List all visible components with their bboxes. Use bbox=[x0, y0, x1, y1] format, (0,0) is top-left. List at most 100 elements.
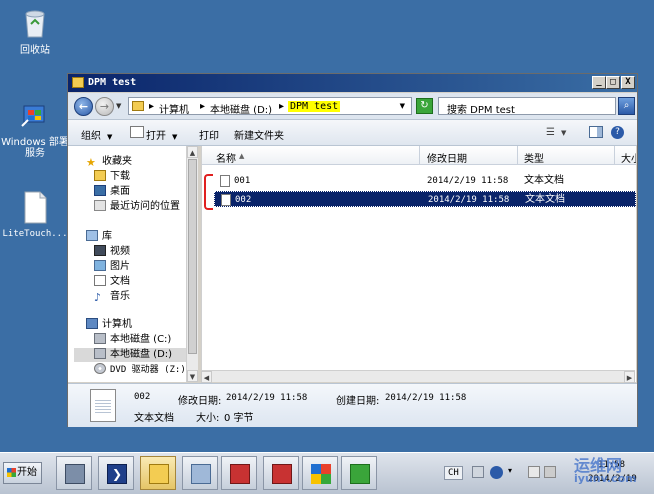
breadcrumb-computer[interactable]: 计算机 bbox=[159, 101, 189, 116]
column-size[interactable]: 大小 bbox=[621, 150, 636, 165]
view-options-icon[interactable]: ☰ ▼ bbox=[546, 127, 566, 138]
address-box[interactable]: ▸ 计算机 ▸ 本地磁盘 (D:) ▸ DPM test ▼ bbox=[128, 97, 412, 116]
desktop-icon-wds[interactable]: Windows 部署服务 bbox=[0, 98, 70, 159]
explorer-window: DPM test _ □ X ← → ▼ ▸ 计算机 ▸ 本地磁盘 (D:) ▸… bbox=[67, 73, 638, 427]
download-folder-icon bbox=[94, 170, 106, 181]
desktop-icon-label: LiteTouch... bbox=[2, 229, 68, 239]
windows-deployment-icon bbox=[311, 464, 331, 484]
start-button[interactable]: 开始 bbox=[3, 462, 42, 484]
help-icon[interactable] bbox=[490, 466, 503, 479]
column-modified[interactable]: 修改日期 bbox=[427, 150, 467, 165]
close-button[interactable]: X bbox=[621, 76, 635, 89]
breadcrumb-separator[interactable]: ▸ bbox=[149, 101, 154, 112]
taskbar-explorer[interactable] bbox=[140, 456, 176, 490]
column-separator bbox=[517, 146, 518, 164]
scroll-down-icon[interactable]: ▼ bbox=[187, 370, 198, 382]
column-name[interactable]: 名称 bbox=[216, 150, 236, 165]
column-type[interactable]: 类型 bbox=[524, 150, 544, 165]
taskbar-toolbox-2[interactable] bbox=[263, 456, 299, 490]
toolbox-icon bbox=[272, 464, 292, 484]
breadcrumb-current-folder[interactable]: DPM test bbox=[288, 101, 341, 112]
folder-icon bbox=[72, 77, 84, 88]
title-bar[interactable]: DPM test _ □ X bbox=[68, 74, 637, 92]
nav-label: 最近访问的位置 bbox=[110, 201, 180, 212]
scroll-up-icon[interactable]: ▲ bbox=[187, 146, 198, 158]
taskbar-server-manager[interactable] bbox=[56, 456, 92, 490]
back-button[interactable]: ← bbox=[74, 97, 93, 116]
organize-button[interactable]: 组织 ▼ bbox=[81, 127, 112, 142]
text-file-icon bbox=[90, 389, 116, 422]
taskbar-network[interactable] bbox=[182, 456, 218, 490]
nav-favorites[interactable]: ★ 收藏夹 bbox=[86, 155, 132, 169]
nav-label: 收藏夹 bbox=[102, 156, 132, 167]
network-tray-icon[interactable] bbox=[528, 466, 540, 478]
picture-icon bbox=[94, 260, 106, 271]
nav-recent-places[interactable]: 最近访问的位置 bbox=[94, 200, 180, 214]
table-row[interactable]: 001 2014/2/19 11:58 文本文档 bbox=[214, 173, 636, 189]
nav-libraries[interactable]: 库 bbox=[86, 230, 112, 244]
preview-pane-icon[interactable] bbox=[589, 126, 603, 138]
open-file-icon bbox=[130, 126, 144, 138]
nav-music[interactable]: ♪ 音乐 bbox=[94, 290, 130, 304]
new-folder-button[interactable]: 新建文件夹 bbox=[234, 127, 284, 142]
transfer-icon bbox=[350, 464, 370, 484]
file-list: 名称 ▲ 修改日期 类型 大小 001 2014/2/19 11:58 文本文档… bbox=[201, 146, 636, 382]
search-input[interactable]: 搜索 DPM test bbox=[438, 97, 616, 116]
scroll-right-icon[interactable]: ▶ bbox=[624, 371, 635, 383]
nav-desktop[interactable]: 桌面 bbox=[94, 185, 130, 199]
horizontal-scrollbar[interactable]: ◀ ▶ bbox=[201, 370, 635, 383]
help-icon[interactable]: ? bbox=[611, 126, 624, 139]
organize-label: 组织 bbox=[81, 131, 101, 142]
scroll-thumb[interactable] bbox=[188, 159, 197, 354]
taskbar-powershell[interactable]: ❯ bbox=[98, 456, 134, 490]
taskbar-toolbox-1[interactable] bbox=[221, 456, 257, 490]
nav-dvd-drive[interactable]: DVD 驱动器 (Z:) bbox=[94, 363, 186, 377]
nav-videos[interactable]: 视频 bbox=[94, 245, 130, 259]
search-icon[interactable]: ⌕ bbox=[618, 97, 635, 115]
print-button[interactable]: 打印 bbox=[199, 127, 219, 142]
nav-documents[interactable]: 文档 bbox=[94, 275, 130, 289]
address-dropdown-icon[interactable]: ▼ bbox=[400, 102, 405, 110]
table-row-selected[interactable]: 002 2014/2/19 11:58 文本文档 bbox=[214, 191, 636, 207]
windows-deployment-icon bbox=[21, 105, 45, 127]
nav-scrollbar[interactable]: ▲ ▼ bbox=[186, 146, 198, 382]
refresh-icon[interactable]: ↻ bbox=[416, 98, 433, 114]
nav-downloads[interactable]: 下载 bbox=[94, 170, 130, 184]
nav-label: 桌面 bbox=[110, 186, 130, 197]
nav-label: 图片 bbox=[110, 261, 130, 272]
language-indicator[interactable]: CH bbox=[444, 466, 463, 480]
open-label: 打开 bbox=[146, 131, 166, 142]
details-created-label: 创建日期: bbox=[336, 396, 380, 407]
breadcrumb-separator[interactable]: ▸ bbox=[200, 101, 205, 112]
breadcrumb-drive-d[interactable]: 本地磁盘 (D:) bbox=[210, 101, 272, 116]
maximize-button[interactable]: □ bbox=[606, 76, 620, 89]
watermark-logo: 运维网 iyunv.com bbox=[560, 450, 654, 493]
desktop-icon-label: Windows 部署服务 bbox=[1, 137, 69, 159]
scroll-left-icon[interactable]: ◀ bbox=[201, 371, 212, 383]
volume-tray-icon[interactable] bbox=[544, 466, 556, 478]
tray-expand-icon[interactable]: ▾ bbox=[508, 466, 512, 475]
address-bar: ← → ▼ ▸ 计算机 ▸ 本地磁盘 (D:) ▸ DPM test ▼ ↻ 搜… bbox=[68, 93, 637, 120]
details-modified-label: 修改日期: bbox=[178, 396, 222, 407]
breadcrumb-separator[interactable]: ▸ bbox=[279, 101, 284, 112]
nav-label: 视频 bbox=[110, 246, 130, 257]
nav-pictures[interactable]: 图片 bbox=[94, 260, 130, 274]
minimize-button[interactable]: _ bbox=[592, 76, 606, 89]
details-modified-value: 2014/2/19 11:58 bbox=[226, 393, 308, 403]
nav-label: 本地磁盘 (D:) bbox=[110, 349, 173, 360]
nav-drive-c[interactable]: 本地磁盘 (C:) bbox=[94, 333, 171, 347]
taskbar-wds[interactable] bbox=[302, 456, 338, 490]
desktop-icon-litetouch[interactable]: LiteTouch... bbox=[0, 190, 70, 240]
taskbar-transfer[interactable] bbox=[341, 456, 377, 490]
forward-button[interactable]: → bbox=[95, 97, 114, 116]
red-bracket-annotation bbox=[204, 174, 213, 210]
open-button[interactable]: 打开 ▼ bbox=[146, 127, 177, 142]
nav-computer[interactable]: 计算机 bbox=[86, 318, 132, 332]
desktop-icon-recycle-bin[interactable]: 回收站 bbox=[0, 6, 70, 56]
nav-label: 计算机 bbox=[102, 319, 132, 330]
powershell-icon: ❯ bbox=[107, 464, 127, 484]
nav-drive-d[interactable]: 本地磁盘 (D:) bbox=[74, 348, 186, 362]
ime-icon[interactable] bbox=[472, 466, 484, 478]
sort-arrow-icon: ▲ bbox=[239, 152, 245, 160]
recent-pages-arrow-icon[interactable]: ▼ bbox=[116, 102, 121, 110]
